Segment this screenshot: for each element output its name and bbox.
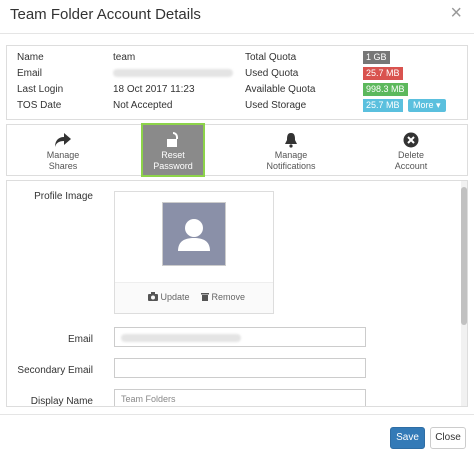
share-icon (13, 132, 113, 150)
manage-notifications-button[interactable]: Manage Notifications (241, 125, 341, 175)
account-details-dialog: Team Folder Account Details × Name team … (0, 0, 474, 465)
header-divider (0, 33, 474, 34)
more-dropdown-button[interactable]: More ▾ (408, 99, 446, 112)
profile-image-actions: Update Remove (115, 282, 273, 313)
close-icon[interactable]: × (450, 3, 462, 23)
email-field-label: Email (67, 334, 93, 345)
avatar (162, 202, 226, 266)
remove-label: Remove (211, 292, 246, 302)
delete-circle-icon (361, 132, 461, 150)
name-label: Name (17, 52, 44, 63)
display-name-label: Display Name (30, 396, 93, 407)
last-login-label: Last Login (17, 84, 64, 95)
save-button[interactable]: Save (390, 427, 425, 449)
update-image-button[interactable]: Update (148, 292, 190, 302)
last-login-value: 18 Oct 2017 11:23 (113, 84, 195, 95)
camera-icon (148, 292, 161, 302)
user-silhouette-icon (178, 219, 210, 251)
name-value: team (113, 52, 136, 63)
tos-date-label: TOS Date (17, 100, 62, 111)
tos-date-value: Not Accepted (113, 100, 173, 111)
reset-password-button[interactable]: Reset Password (141, 123, 205, 177)
used-quota-label: Used Quota (245, 68, 299, 79)
total-quota-badge: 1 GB (363, 51, 390, 64)
scrollbar-thumb[interactable] (461, 187, 467, 325)
available-quota-label: Available Quota (245, 84, 316, 95)
footer-divider (0, 414, 474, 415)
profile-form-panel: Profile Image Update Remove Email Second… (6, 180, 468, 407)
used-storage-badge: 25.7 MB (363, 99, 403, 112)
form-scrollbar[interactable] (461, 181, 467, 406)
bell-icon (241, 132, 341, 150)
action-toolbar: Manage Shares Reset Password Manage Noti… (6, 123, 468, 177)
used-storage-label: Used Storage (245, 100, 307, 111)
total-quota-label: Total Quota (245, 52, 297, 63)
unlock-icon (143, 132, 203, 150)
account-info-panel: Name team Email Last Login 18 Oct 2017 1… (6, 45, 468, 120)
used-quota-badge: 25.7 MB (363, 67, 403, 80)
profile-image-box: Update Remove (114, 191, 274, 314)
profile-image-label: Profile Image (34, 191, 93, 202)
close-button[interactable]: Close (430, 427, 466, 449)
display-name-field[interactable]: Team Folders (114, 389, 366, 406)
manage-notifications-label: Manage Notifications (266, 150, 316, 171)
email-value-redacted (113, 68, 233, 79)
secondary-email-field[interactable] (114, 358, 366, 378)
remove-image-button[interactable]: Remove (201, 292, 245, 302)
update-label: Update (160, 292, 190, 302)
manage-shares-label: Manage Shares (46, 150, 80, 171)
delete-account-button[interactable]: Delete Account (361, 125, 461, 175)
manage-shares-button[interactable]: Manage Shares (13, 125, 113, 175)
trash-icon (201, 292, 212, 302)
email-label: Email (17, 68, 43, 79)
email-field[interactable] (114, 327, 366, 347)
secondary-email-label: Secondary Email (17, 365, 93, 376)
reset-password-label: Reset Password (153, 150, 193, 171)
available-quota-badge: 998.3 MB (363, 83, 408, 96)
dialog-title: Team Folder Account Details (10, 6, 201, 23)
delete-account-label: Delete Account (394, 150, 428, 171)
